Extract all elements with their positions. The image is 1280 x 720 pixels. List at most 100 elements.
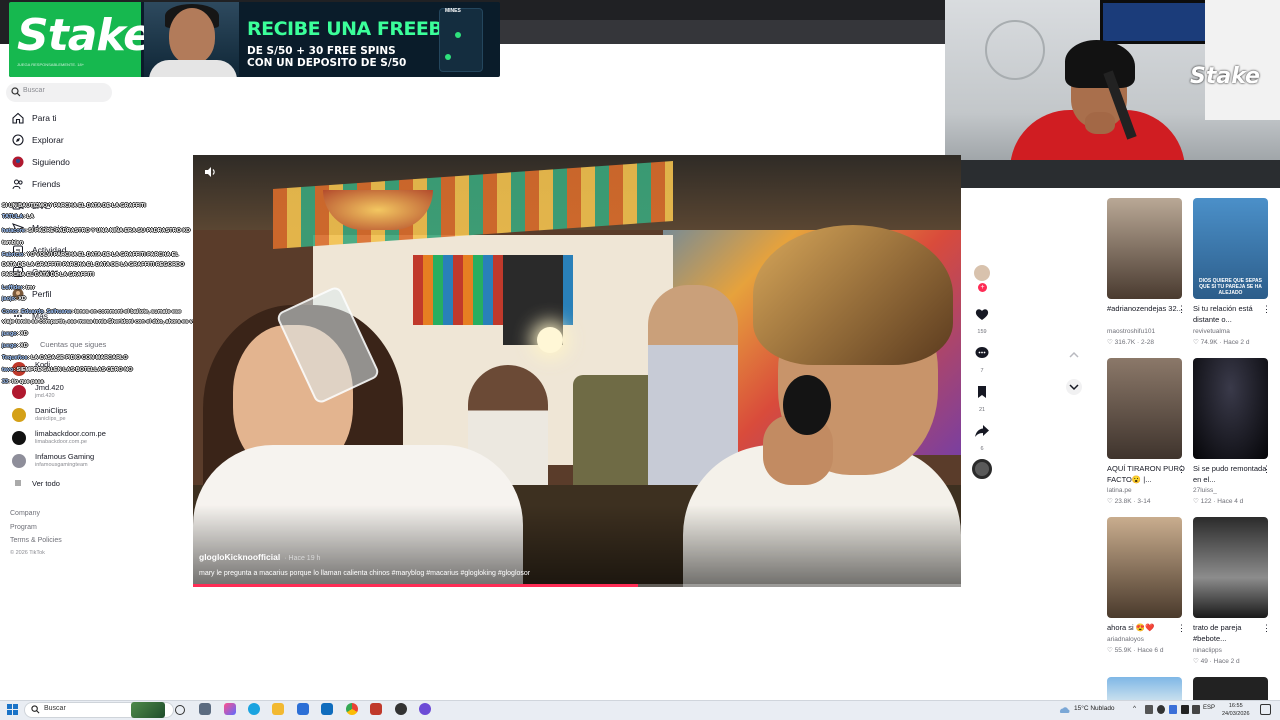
- network-icon[interactable]: [1192, 705, 1200, 714]
- volume-icon[interactable]: [203, 165, 217, 179]
- chevron-down-icon[interactable]: [1066, 379, 1082, 395]
- recommended-title[interactable]: trato de pareja #bebote...: [1193, 623, 1273, 644]
- app-icon[interactable]: [224, 703, 236, 715]
- webcam-monitor: [1100, 0, 1220, 44]
- chat-message: viaje tenés se compartir, ese mesa tenía…: [2, 319, 203, 325]
- chat-message: jaojo: XD: [2, 296, 26, 302]
- chat-message: juego: XD: [2, 331, 28, 337]
- friends-icon: [12, 179, 23, 190]
- chat-message: SI UN BAUTIZMO Y PARCHA EL DATA DE LA GR…: [2, 203, 146, 209]
- follow-plus-icon[interactable]: +: [978, 283, 987, 292]
- copilot-icon[interactable]: [199, 703, 211, 715]
- chat-message: PARCHA EL DATA DE LA GRAFFITI: [2, 272, 94, 278]
- video-author[interactable]: glogloKicknoofficial · Hace 19 h: [199, 552, 320, 562]
- recommended-video-3[interactable]: [1107, 358, 1182, 459]
- recommended-title[interactable]: AQUÍ TIRARON PURO FACTO😮 |...: [1107, 464, 1187, 485]
- recommended-title[interactable]: Si tu relación está distante o...: [1193, 304, 1273, 325]
- media-app-icon[interactable]: [370, 703, 382, 715]
- recommended-video-5[interactable]: [1107, 517, 1182, 618]
- tray-app-icon[interactable]: [1157, 705, 1165, 714]
- more-options-icon[interactable]: ⋮: [1262, 304, 1271, 315]
- avatar: [12, 408, 26, 422]
- footer-program[interactable]: Program: [10, 524, 37, 531]
- webcam-stake-logo: Stake: [1190, 64, 1260, 89]
- compass-icon: [12, 134, 24, 146]
- search-icon: [11, 87, 21, 97]
- webcam-window: [1205, 0, 1280, 120]
- comment-icon[interactable]: [973, 344, 991, 362]
- footer-terms[interactable]: Terms & Policies: [10, 537, 62, 544]
- see-all-link[interactable]: Ver todo: [12, 475, 60, 491]
- footer-copyright: © 2026 TikTok: [10, 550, 45, 556]
- account-handle: limabackdoor.com.pe: [35, 439, 87, 445]
- search-input[interactable]: [6, 83, 112, 102]
- video-player[interactable]: glogloKicknoofficial · Hace 19 h mary le …: [193, 155, 961, 587]
- share-icon[interactable]: [973, 422, 991, 440]
- recommended-handle[interactable]: 27luiss_: [1193, 487, 1217, 494]
- more-options-icon[interactable]: ⋮: [1177, 623, 1186, 634]
- recommended-video-1[interactable]: [1107, 198, 1182, 299]
- chat-message: DATA DE LA GRAFFITI PARCHA EL DATA DE LA…: [2, 262, 185, 268]
- more-options-icon[interactable]: ⋮: [1262, 623, 1271, 634]
- recommended-meta: ♡ 55.9K · Hace 6 d: [1107, 647, 1164, 654]
- weather-text[interactable]: 15°C Nublado: [1074, 705, 1115, 712]
- obs-icon[interactable]: [395, 703, 407, 715]
- recommended-title[interactable]: ahora si 😍❤️: [1107, 623, 1187, 634]
- nav-explorar[interactable]: Explorar: [12, 132, 64, 148]
- recommended-handle[interactable]: maostroshifu101: [1107, 328, 1155, 335]
- recommended-video-8[interactable]: [1193, 677, 1268, 700]
- more-options-icon[interactable]: ⋮: [1177, 464, 1186, 475]
- nav-friends[interactable]: Friends: [12, 176, 60, 192]
- recommended-meta: ♡ 49 · Hace 2 d: [1193, 658, 1240, 665]
- bookmark-icon[interactable]: [973, 383, 991, 401]
- thumb-overlay-text: DIOS QUIERE QUE SEPAS QUE SI TU PAREJA S…: [1199, 278, 1262, 296]
- recommended-handle[interactable]: ninaclipps: [1193, 647, 1222, 654]
- tray-app-icon[interactable]: [1181, 705, 1189, 714]
- chevron-up-icon[interactable]: [1066, 347, 1082, 363]
- recommended-video-2[interactable]: DIOS QUIERE QUE SEPAS QUE SI TU PAREJA S…: [1193, 198, 1268, 299]
- store-icon[interactable]: [297, 703, 309, 715]
- creator-avatar[interactable]: [973, 264, 991, 282]
- tray-app-icon[interactable]: [1145, 705, 1153, 714]
- stake-logo: Stake: [17, 10, 153, 61]
- list-icon: [15, 480, 21, 486]
- file-explorer-icon[interactable]: [272, 703, 284, 715]
- recommended-meta: ♡ 122 · Hace 4 d: [1193, 498, 1244, 505]
- task-view-icon[interactable]: [175, 705, 185, 715]
- like-count: 159: [977, 329, 987, 335]
- chrome-icon[interactable]: [346, 703, 358, 715]
- bluetooth-icon[interactable]: [1169, 705, 1177, 714]
- windows-start-icon[interactable]: [7, 704, 18, 715]
- share-count: 6: [980, 446, 984, 452]
- webcam-hand: [1085, 112, 1115, 134]
- notifications-icon[interactable]: [1260, 704, 1271, 715]
- following-icon: [12, 156, 24, 168]
- taskbar-widget-image[interactable]: [131, 702, 165, 718]
- recommended-title[interactable]: Si se pudo remontada en el...: [1193, 464, 1273, 485]
- nav-para-ti[interactable]: Para ti: [12, 110, 57, 126]
- footer-company[interactable]: Company: [10, 510, 40, 517]
- tray-chevron-icon[interactable]: ^: [1133, 705, 1136, 712]
- stake-ad-banner[interactable]: Stake JUEGA RESPONSABLEMENTE. 18+ RECIBE…: [9, 2, 500, 77]
- discord-icon[interactable]: [419, 703, 431, 715]
- music-disc-icon[interactable]: [972, 459, 992, 479]
- recommended-video-7[interactable]: [1107, 677, 1182, 700]
- mail-icon[interactable]: [321, 703, 333, 715]
- recommended-handle[interactable]: ariadnaloyos: [1107, 636, 1144, 643]
- heart-icon[interactable]: [973, 305, 991, 323]
- recommended-video-6[interactable]: [1193, 517, 1268, 618]
- more-options-icon[interactable]: ⋮: [1262, 464, 1271, 475]
- more-options-icon[interactable]: ⋮: [1177, 304, 1186, 315]
- taskbar-search-placeholder: Buscar: [44, 705, 66, 712]
- nav-siguiendo[interactable]: Siguiendo: [12, 154, 70, 170]
- taskbar-clock[interactable]: 16:55 24/03/2026: [1222, 702, 1250, 718]
- nav-label: Para ti: [32, 113, 57, 123]
- recommended-title[interactable]: #adrianozendejas 32...: [1107, 304, 1187, 315]
- banner-subline-2: CON UN DEPOSITO DE S/50: [247, 57, 407, 69]
- edge-icon[interactable]: [248, 703, 260, 715]
- video-progress-bar[interactable]: [193, 584, 961, 587]
- recommended-video-4[interactable]: [1193, 358, 1268, 459]
- recommended-handle[interactable]: revivetualma: [1193, 328, 1230, 335]
- recommended-handle[interactable]: latina.pe: [1107, 487, 1132, 494]
- keyboard-language[interactable]: ESP: [1203, 705, 1215, 711]
